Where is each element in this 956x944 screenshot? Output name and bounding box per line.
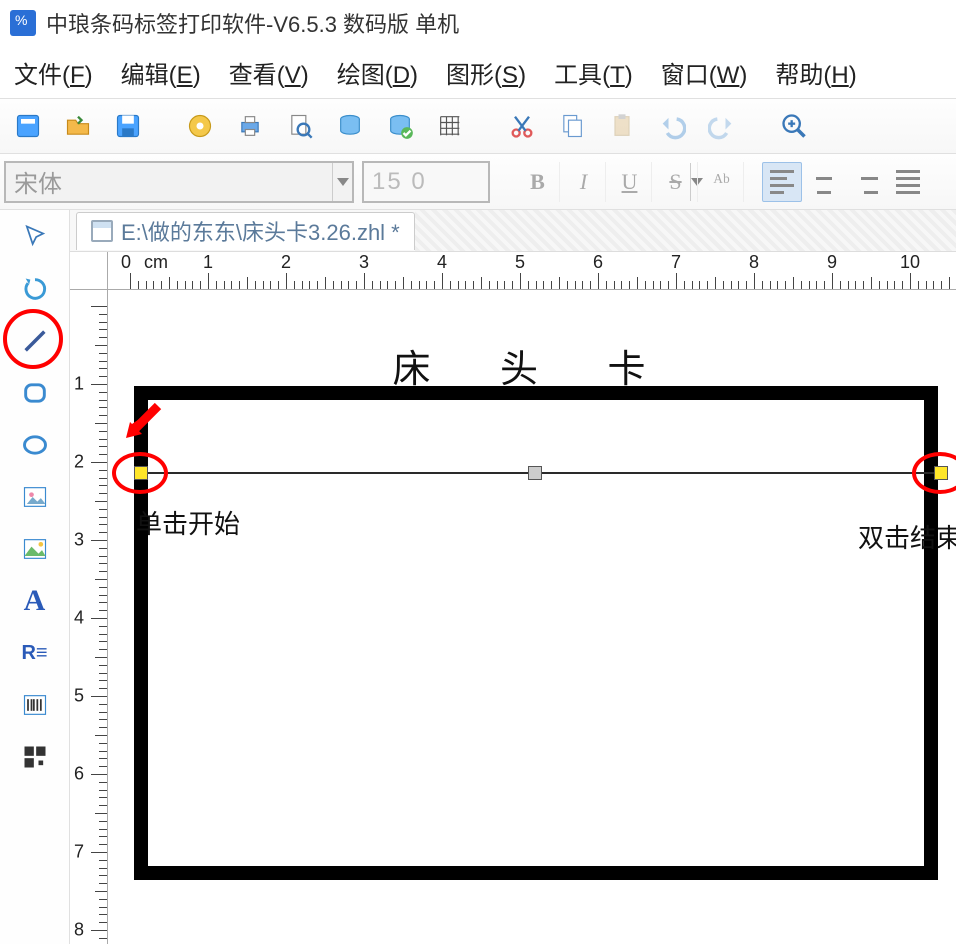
canvas-page[interactable]: 床 头 卡 单击开始 双击结束 — [130, 306, 938, 944]
picture-tool[interactable] — [12, 526, 58, 572]
ellipse-tool[interactable] — [12, 422, 58, 468]
pointer-tool[interactable] — [12, 214, 58, 260]
menu-tool[interactable]: 工具(T) — [554, 55, 633, 90]
document-tab[interactable]: E:\做的东东\床头卡3.26.zhl * — [76, 212, 415, 250]
underline-button[interactable]: U — [608, 162, 652, 202]
align-left-button[interactable] — [762, 162, 802, 202]
title-bar: 中琅条码标签打印软件-V6.5.3 数码版 单机 — [0, 0, 956, 46]
ruler-vertical[interactable]: 12345678 — [70, 290, 108, 944]
align-justify-button[interactable] — [888, 162, 928, 202]
font-name-combo[interactable] — [4, 161, 354, 203]
qrcode-tool[interactable] — [12, 734, 58, 780]
grid-button[interactable] — [430, 106, 470, 146]
line-end-handle[interactable] — [934, 466, 948, 480]
annotation-start-text: 单击开始 — [136, 504, 240, 541]
strike-button[interactable]: S — [654, 162, 698, 202]
zoom-in-button[interactable] — [774, 106, 814, 146]
barcode-tool[interactable] — [12, 682, 58, 728]
annotation-end-text: 双击结束 — [858, 518, 956, 555]
paste-button[interactable] — [602, 106, 642, 146]
cut-button[interactable] — [502, 106, 542, 146]
page-title-text: 床 头 卡 — [392, 338, 675, 393]
redo-button[interactable] — [702, 106, 742, 146]
app-icon — [10, 10, 36, 36]
annotation-arrow — [122, 402, 162, 442]
menu-draw[interactable]: 绘图(D) — [337, 55, 418, 90]
document-tabs: E:\做的东东\床头卡3.26.zhl * — [70, 210, 956, 252]
textstyle-button[interactable]: ᴬᵇ — [700, 162, 744, 202]
italic-button[interactable]: I — [562, 162, 606, 202]
font-toolbar: B I U S ᴬᵇ — [0, 154, 956, 210]
copy-button[interactable] — [552, 106, 592, 146]
tool-palette: A R≡ — [0, 210, 70, 944]
text-tool[interactable]: A — [12, 578, 58, 624]
canvas-wrap: cm012345678910 12345678 床 头 卡 单击开始 双击结束 — [70, 252, 956, 944]
main-toolbar — [0, 98, 956, 154]
align-center-button[interactable] — [804, 162, 844, 202]
rounded-rect-tool[interactable] — [12, 370, 58, 416]
tab-label: E:\做的东东\床头卡3.26.zhl * — [121, 215, 400, 247]
page-border-rect — [134, 386, 938, 880]
print-button[interactable] — [230, 106, 270, 146]
font-size-combo[interactable] — [362, 161, 490, 203]
open-button[interactable] — [58, 106, 98, 146]
menu-window[interactable]: 窗口(W) — [661, 55, 748, 90]
save-button[interactable] — [108, 106, 148, 146]
tab-doc-icon — [91, 220, 113, 242]
ruler-corner — [70, 252, 108, 290]
print-preview-button[interactable] — [280, 106, 320, 146]
menu-shape[interactable]: 图形(S) — [446, 55, 526, 90]
format-group: B I U S ᴬᵇ — [516, 162, 744, 202]
new-button[interactable] — [8, 106, 48, 146]
image-tool[interactable] — [12, 474, 58, 520]
menu-file[interactable]: 文件(F) — [14, 55, 93, 90]
line-mid-handle[interactable] — [528, 466, 542, 480]
richtext-tool[interactable]: R≡ — [12, 630, 58, 676]
line-start-handle[interactable] — [134, 466, 148, 480]
database-ok-button[interactable] — [380, 106, 420, 146]
font-name-dropdown[interactable] — [332, 163, 352, 201]
window-title: 中琅条码标签打印软件-V6.5.3 数码版 单机 — [46, 7, 459, 39]
database-button[interactable] — [330, 106, 370, 146]
ruler-horizontal[interactable]: cm012345678910 — [108, 252, 956, 290]
undo-button[interactable] — [652, 106, 692, 146]
bold-button[interactable]: B — [516, 162, 560, 202]
menu-edit[interactable]: 编辑(E) — [121, 55, 201, 90]
rotate-tool[interactable] — [12, 266, 58, 312]
line-tool[interactable] — [12, 318, 58, 364]
font-name-input[interactable] — [6, 168, 332, 196]
workspace: A R≡ E:\做的东东\床头卡3.26.zhl * cm01234567891… — [0, 210, 956, 944]
settings-button[interactable] — [180, 106, 220, 146]
align-right-button[interactable] — [846, 162, 886, 202]
menu-bar: 文件(F) 编辑(E) 查看(V) 绘图(D) 图形(S) 工具(T) 窗口(W… — [0, 46, 956, 98]
menu-view[interactable]: 查看(V) — [229, 55, 309, 90]
menu-help[interactable]: 帮助(H) — [775, 55, 856, 90]
tab-strip — [415, 210, 956, 251]
document-area: E:\做的东东\床头卡3.26.zhl * cm012345678910 123… — [70, 210, 956, 944]
align-group — [762, 162, 928, 202]
